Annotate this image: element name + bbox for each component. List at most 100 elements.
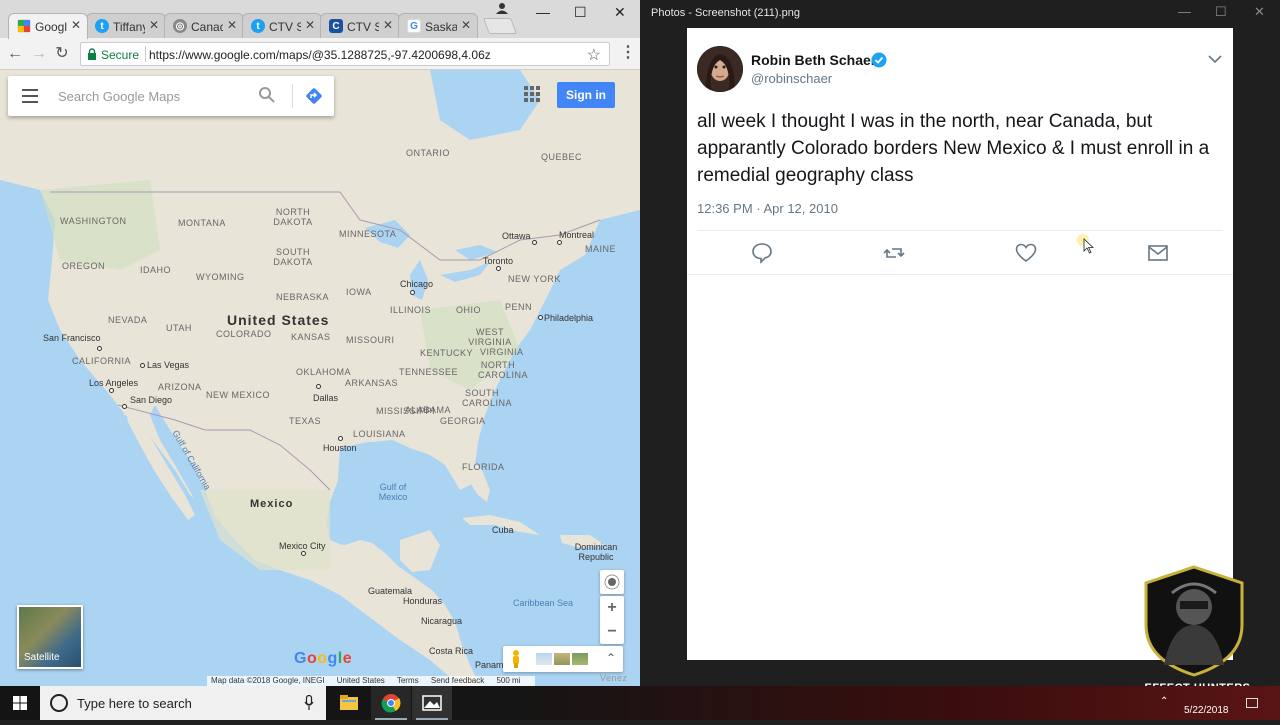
address-bar[interactable]: Secure https://www.google.com/maps/@35.1…	[80, 42, 610, 66]
satellite-label: Satellite	[24, 652, 60, 663]
map-label: GEORGIA	[440, 416, 486, 426]
avatar[interactable]	[697, 46, 743, 92]
tab-close-icon[interactable]: ✕	[149, 18, 159, 32]
reload-icon[interactable]: ↻	[52, 44, 72, 64]
layer-thumb-terrain[interactable]	[554, 653, 570, 665]
photos-close-button[interactable]: ✕	[1254, 4, 1265, 20]
layer-thumb-transit[interactable]	[536, 653, 552, 665]
map-label: TENNESSEE	[399, 367, 459, 377]
layer-thumb-traffic[interactable]	[572, 653, 588, 665]
chrome-taskbar-button[interactable]	[371, 686, 411, 720]
like-icon[interactable]	[1014, 241, 1038, 265]
map-label: ARKANSAS	[345, 378, 399, 388]
mouse-cursor-icon	[1083, 238, 1095, 254]
tab-title: Google	[35, 20, 67, 34]
url-text[interactable]: https://www.google.com/maps/@35.1288725,…	[149, 48, 491, 62]
pegman-icon[interactable]	[511, 650, 521, 668]
water-label: Caribbean Sea	[513, 598, 574, 608]
action-center-icon[interactable]	[1246, 698, 1258, 708]
my-location-icon	[604, 574, 620, 590]
tray-overflow-icon[interactable]: ⌃	[1160, 696, 1168, 707]
search-icon[interactable]	[258, 86, 276, 104]
minimize-button[interactable]: —	[536, 4, 550, 20]
photos-maximize-button[interactable]: ☐	[1215, 4, 1227, 20]
tab-ctv-news[interactable]: C CTV Sa ✕	[320, 13, 400, 39]
city-dot	[557, 240, 562, 245]
map-label: IOWA	[346, 287, 372, 297]
tab-saskatchewan[interactable]: G Saskat ✕	[398, 13, 478, 39]
map-label: OREGON	[62, 261, 106, 271]
chrome-menu-icon[interactable]: ⋮	[620, 42, 636, 62]
message-icon[interactable]	[1146, 241, 1170, 265]
map-label: OHIO	[456, 305, 482, 315]
retweet-icon[interactable]	[882, 241, 906, 265]
tab-close-icon[interactable]: ✕	[305, 18, 315, 32]
cortana-icon[interactable]	[50, 694, 68, 712]
browser-toolbar: ← → ↻ Secure https://www.google.com/maps…	[0, 38, 640, 70]
map-label: LOUISIANA	[353, 429, 406, 439]
file-explorer-taskbar-button[interactable]	[329, 686, 369, 720]
hamburger-menu-icon[interactable]	[22, 89, 38, 103]
water-label: Gulf of Mexico	[378, 482, 408, 502]
verified-badge-icon	[871, 52, 887, 68]
tab-close-icon[interactable]: ✕	[71, 18, 81, 32]
map-label: NEVADA	[108, 315, 148, 325]
google-apps-icon[interactable]	[524, 86, 540, 102]
reply-icon[interactable]	[750, 241, 774, 265]
map-label: ONTARIO	[406, 148, 450, 158]
avatar-portrait	[697, 46, 743, 92]
back-icon[interactable]: ←	[5, 44, 25, 64]
tab-close-icon[interactable]: ✕	[383, 18, 393, 32]
map-label: SOUTH DAKOTA	[273, 247, 313, 267]
city-label: San Diego	[130, 395, 173, 405]
tray-date[interactable]: 5/22/2018	[1184, 705, 1229, 716]
globe-favicon-icon: ◎	[173, 19, 187, 33]
tab-twitter-tiffany[interactable]: t Tiffany ✕	[86, 13, 166, 39]
windows-start-icon[interactable]	[0, 686, 40, 720]
my-location-button[interactable]	[600, 570, 624, 594]
tab-ctv-twitter[interactable]: t CTV Sa ✕	[242, 13, 322, 39]
maximize-button[interactable]: ☐	[574, 4, 587, 21]
city-label: Las Vegas	[147, 360, 190, 370]
directions-icon[interactable]	[304, 86, 324, 106]
tweet-timestamp[interactable]: 12:36 PM · Apr 12, 2010	[697, 201, 838, 216]
forward-icon[interactable]: →	[29, 44, 49, 64]
chevron-down-icon[interactable]	[1208, 54, 1222, 64]
tab-google-maps[interactable]: Google ✕	[8, 13, 88, 39]
tab-close-icon[interactable]: ✕	[227, 18, 237, 32]
map-label: MAINE	[585, 244, 617, 254]
sign-in-button[interactable]: Sign in	[557, 82, 615, 108]
close-window-button[interactable]: ✕	[614, 4, 626, 21]
author-handle[interactable]: @robinschaer	[751, 71, 832, 86]
satellite-toggle-button[interactable]: Satellite	[17, 605, 83, 669]
map-region-link[interactable]: United States	[337, 676, 385, 685]
tab-canada[interactable]: ◎ Canada ✕	[164, 13, 244, 39]
map-label: UTAH	[166, 323, 192, 333]
bookmark-star-icon[interactable]: ☆	[587, 45, 601, 65]
map-label: WASHINGTON	[60, 216, 127, 226]
zoom-in-button[interactable]: +	[600, 596, 624, 620]
city-label: Chicago	[400, 279, 434, 289]
profile-icon[interactable]	[496, 2, 508, 14]
maps-search-input[interactable]	[58, 87, 248, 105]
scale-label[interactable]: 500 mi	[496, 676, 520, 685]
microphone-icon[interactable]	[304, 695, 314, 711]
author-name[interactable]: Robin Beth Schaer	[751, 52, 876, 68]
taskbar-search-box[interactable]: Type here to search	[40, 686, 326, 720]
expand-icon[interactable]: ⌃	[606, 651, 616, 665]
city-dot	[538, 315, 543, 320]
tab-title: Tiffany	[113, 20, 145, 34]
send-feedback-link[interactable]: Send feedback	[431, 676, 484, 685]
zoom-out-button[interactable]: −	[600, 620, 624, 644]
directions-separator	[292, 84, 293, 108]
city-label: Nicaragua	[421, 616, 463, 626]
new-tab-button[interactable]	[483, 18, 517, 34]
photos-minimize-button[interactable]: —	[1178, 4, 1191, 19]
city-label: San Francisco	[43, 333, 101, 343]
map-canvas[interactable]: Sign in WASHINGTON OREGON IDAHO MONTANA …	[0, 70, 640, 686]
map-label: NEBRASKA	[276, 292, 330, 302]
tab-close-icon[interactable]: ✕	[461, 18, 471, 32]
terms-link[interactable]: Terms	[397, 676, 419, 685]
photos-taskbar-button[interactable]	[412, 686, 452, 720]
taskbar-search-placeholder: Type here to search	[77, 696, 192, 711]
